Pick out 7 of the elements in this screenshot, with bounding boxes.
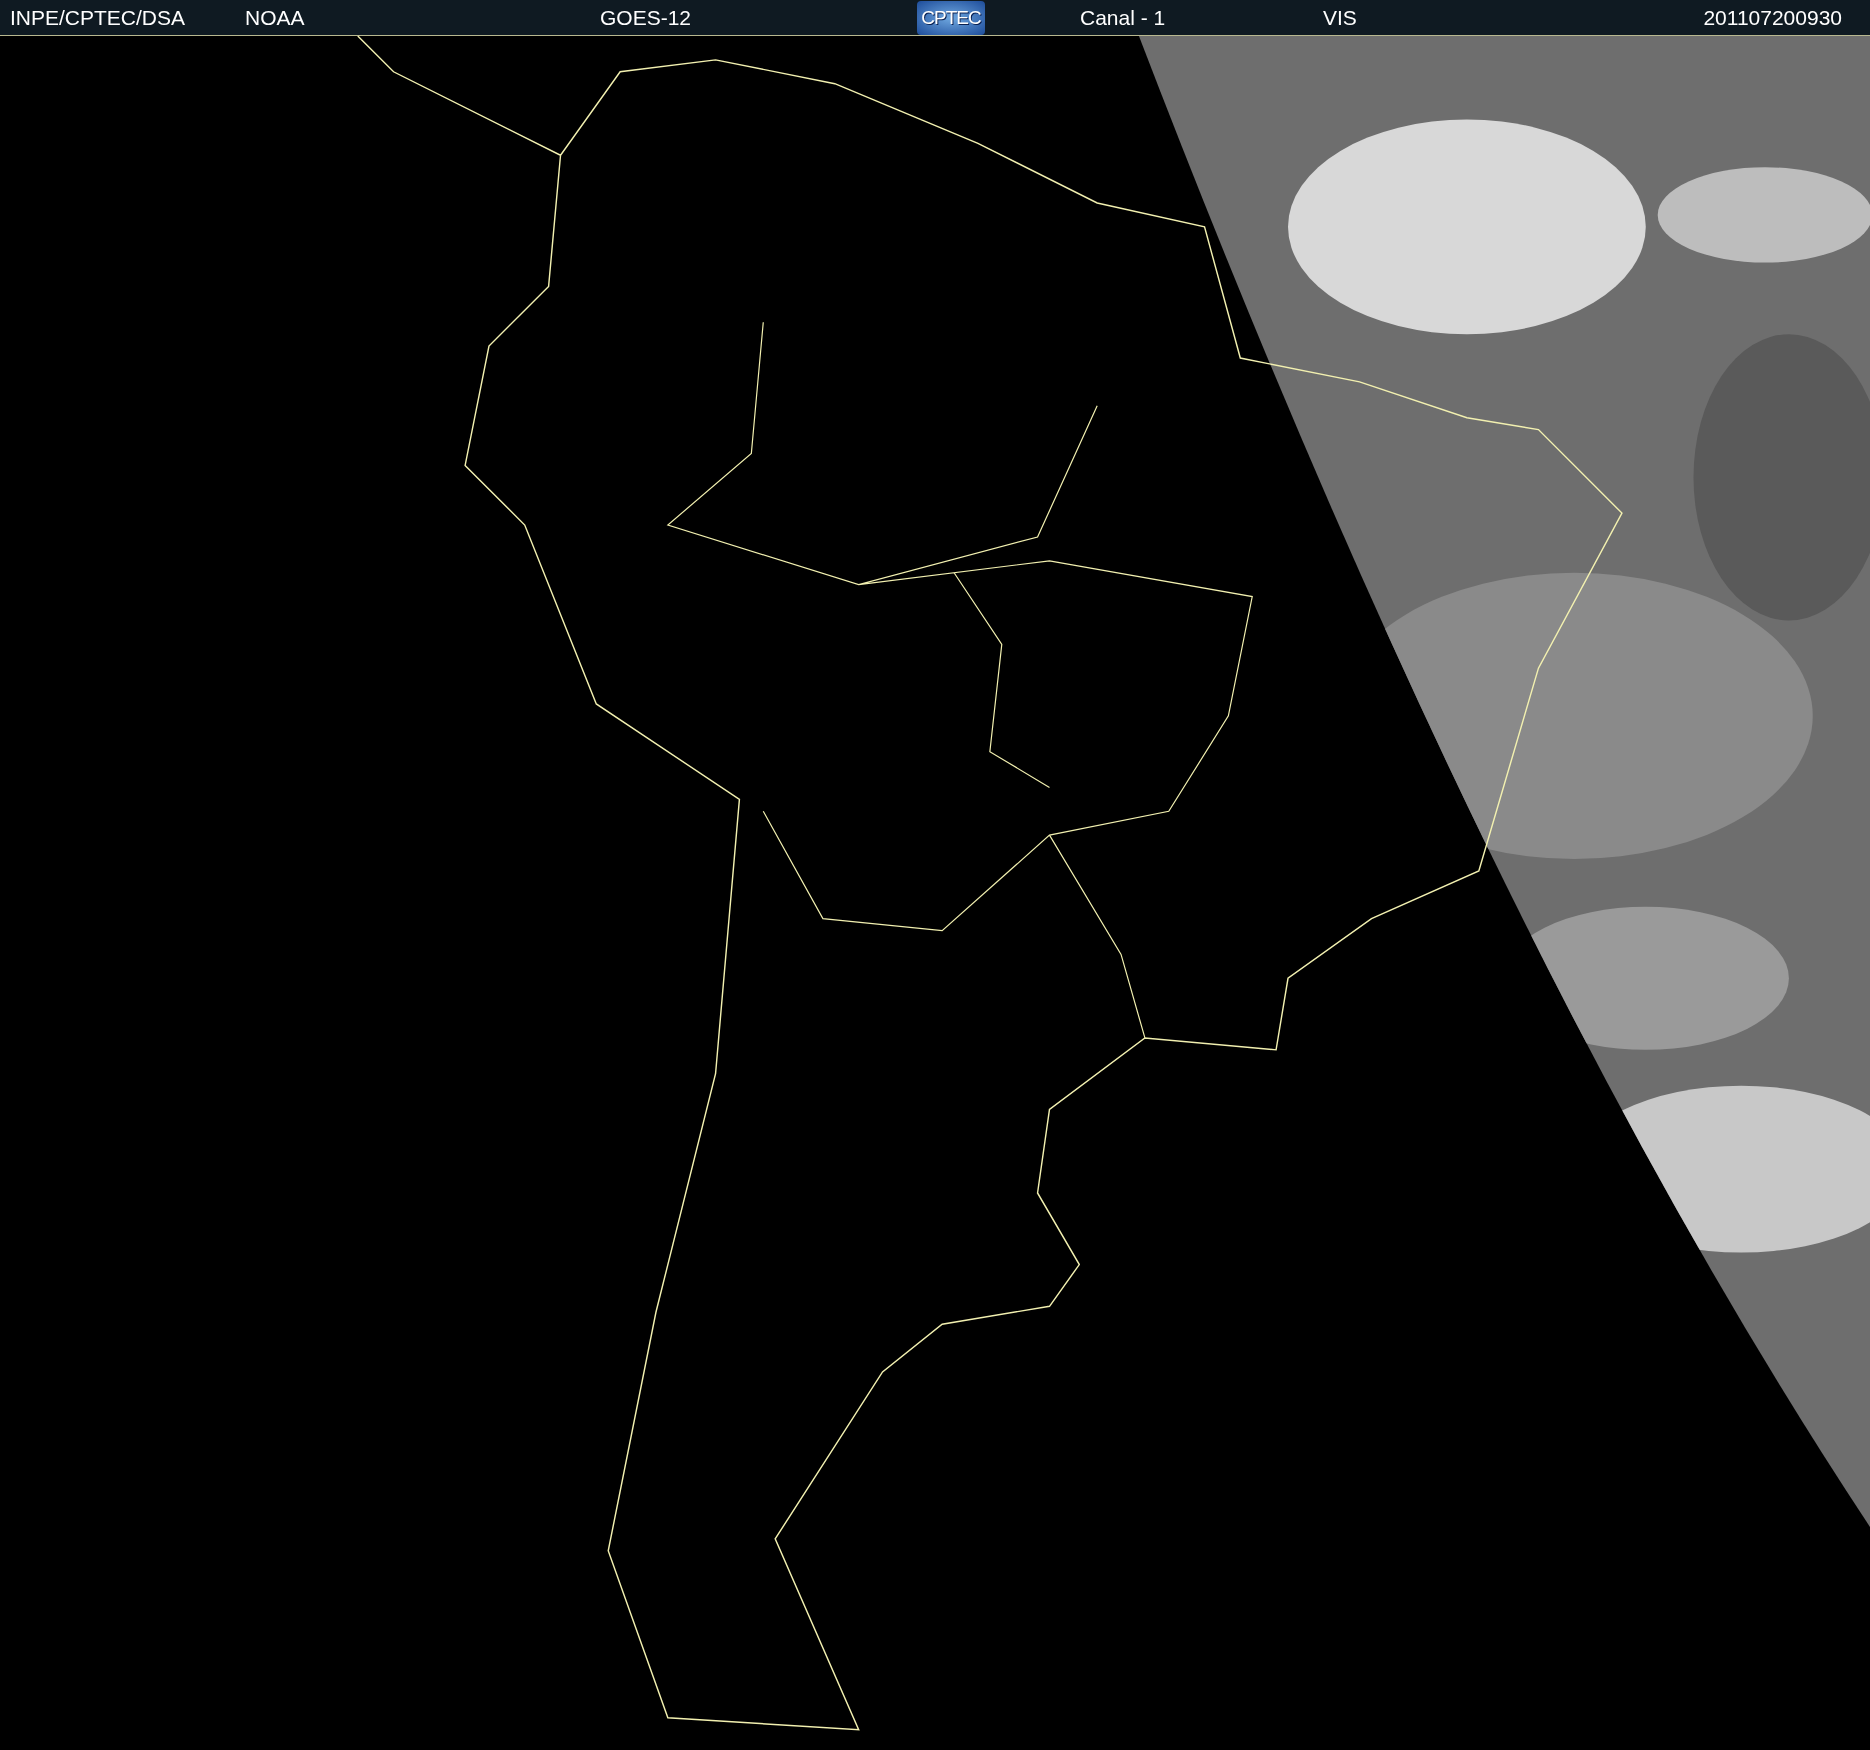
header-label: Canal - 1 <box>1080 5 1166 30</box>
header-label: VIS <box>1323 5 1357 30</box>
header-label: 201107200930 <box>1703 5 1842 30</box>
logo: CPTEC <box>917 0 985 35</box>
header-label: NOAA <box>245 5 305 30</box>
header-label: INPE/CPTEC/DSA <box>10 5 186 30</box>
header-label: GOES-12 <box>600 5 692 30</box>
